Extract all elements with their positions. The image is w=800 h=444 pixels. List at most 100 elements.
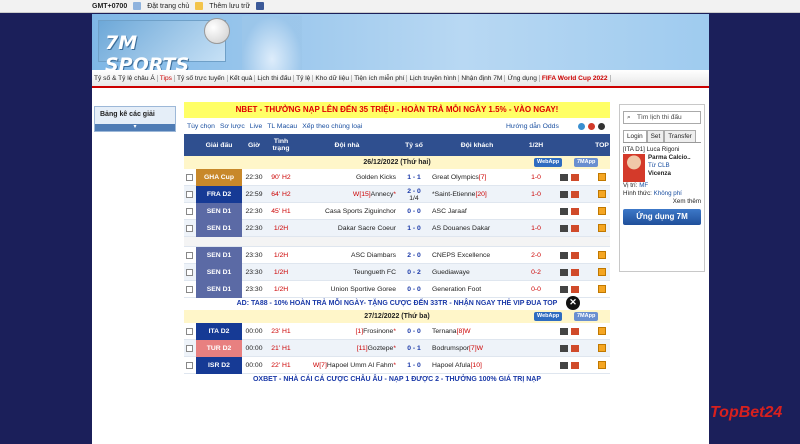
away-name[interactable]: Hapoel Afula	[432, 362, 471, 369]
league-badge[interactable]: SEN D1	[196, 247, 242, 264]
away-name[interactable]: Ternana	[432, 328, 457, 335]
facebook-icon[interactable]	[256, 2, 265, 10]
away-team[interactable]: Great Olympics [7]	[432, 169, 524, 186]
home-name[interactable]: Hapoel Umm Al Fahm	[327, 362, 393, 369]
odds-icon[interactable]	[571, 269, 579, 276]
app-download-button[interactable]: Ứng dụng 7M	[623, 209, 701, 225]
tab-set[interactable]: Set	[646, 130, 665, 142]
away-team[interactable]: *Saint-Etienne [20]	[432, 186, 524, 203]
nav-item[interactable]: Kho dữ liệu	[313, 74, 353, 82]
top-icon[interactable]	[598, 327, 606, 335]
score-value[interactable]: 1 - 0	[407, 362, 421, 369]
select-checkbox[interactable]	[186, 174, 193, 181]
analysis-icon[interactable]	[560, 269, 568, 276]
score-value[interactable]: 0 - 0	[407, 208, 421, 215]
match-score[interactable]: 2 - 0	[398, 247, 430, 264]
analysis-icon[interactable]	[560, 345, 568, 352]
match-score[interactable]: 1 - 0	[398, 357, 430, 374]
tab-transfer[interactable]: Transfer	[664, 130, 696, 142]
home-name[interactable]: Union Sportive Goree	[331, 286, 396, 293]
top-icon[interactable]	[598, 251, 606, 259]
analysis-icon[interactable]	[560, 328, 568, 335]
odds-icon[interactable]	[571, 328, 579, 335]
nav-item[interactable]: Tỷ số trực tuyến	[175, 74, 228, 82]
home-name[interactable]: Goztepe	[368, 345, 394, 352]
league-badge[interactable]: SEN D1	[196, 203, 242, 220]
analysis-icon[interactable]	[560, 225, 568, 232]
home-team[interactable]: Union Sportive Goree	[296, 281, 396, 298]
close-icon[interactable]: ✕	[566, 296, 580, 310]
score-value[interactable]: 0 - 0	[407, 328, 421, 335]
promo-banner[interactable]: NBET - THƯỞNG NẠP LÊN ĐẾN 35 TRIỆU - HOÀ…	[184, 102, 610, 118]
nav-item[interactable]: Tiện ích miễn phí	[352, 74, 408, 82]
see-more-link[interactable]: Xem thêm	[623, 198, 701, 206]
league-badge[interactable]: SEN D1	[196, 220, 242, 237]
home-team[interactable]: W[7] Hapoel Umm Al Fahm *	[296, 357, 396, 374]
home-team[interactable]: Teungueth FC	[296, 264, 396, 281]
away-team[interactable]: Ternana [8]W	[432, 323, 524, 340]
away-team[interactable]: CNEPS Excellence	[432, 247, 524, 264]
ad-banner-bottom[interactable]: OXBET - NHÀ CÁI CÁ CƯỢC CHÂU ÂU - NẠP 1 …	[184, 374, 610, 386]
nav-item[interactable]: Tỷ số & Tỷ lệ châu Á	[92, 74, 158, 82]
home-team[interactable]: [1] Frosinone *	[296, 323, 396, 340]
tool-link[interactable]: Sơ lược	[220, 123, 245, 130]
away-team[interactable]: Guediawaye	[432, 264, 524, 281]
sound-icon[interactable]	[598, 123, 605, 130]
select-checkbox[interactable]	[186, 286, 193, 293]
score-value[interactable]: 1 - 1	[407, 174, 421, 181]
odds-icon[interactable]	[571, 225, 579, 232]
away-name[interactable]: AS Douanes Dakar	[432, 225, 490, 232]
nav-item[interactable]: Lịch thi đấu	[255, 74, 295, 82]
away-name[interactable]: CNEPS Excellence	[432, 252, 490, 259]
match-score[interactable]: 0 - 0	[398, 281, 430, 298]
bookmark-link[interactable]: Thêm lưu trữ	[209, 3, 250, 10]
home-team[interactable]: ASC Diambars	[296, 247, 396, 264]
league-list-toggle[interactable]: ▾	[95, 124, 175, 131]
odds-icon[interactable]	[571, 286, 579, 293]
home-name[interactable]: Golden Kicks	[356, 174, 396, 181]
analysis-icon[interactable]	[560, 286, 568, 293]
home-team[interactable]: Golden Kicks	[296, 169, 396, 186]
nav-item[interactable]: Tỷ lệ	[294, 74, 314, 82]
league-badge[interactable]: ISR D2	[196, 357, 242, 374]
analysis-icon[interactable]	[560, 191, 568, 198]
home-team[interactable]: Dakar Sacre Coeur	[296, 220, 396, 237]
analysis-icon[interactable]	[560, 208, 568, 215]
player-name[interactable]: [ITA D1] Luca Rigoni	[623, 146, 701, 154]
analysis-icon[interactable]	[560, 252, 568, 259]
away-team[interactable]: Bodrumspor [7]W	[432, 340, 524, 357]
score-value[interactable]: 0 - 2	[407, 269, 421, 276]
odds-icon[interactable]	[571, 174, 579, 181]
score-value[interactable]: 1 - 0	[407, 225, 421, 232]
score-value[interactable]: 0 - 0	[407, 286, 421, 293]
score-value[interactable]: 2 - 0	[407, 188, 421, 195]
odds-icon[interactable]	[571, 208, 579, 215]
home-name[interactable]: Annecy	[371, 191, 394, 198]
match-score[interactable]: 1 - 1	[398, 169, 430, 186]
schedule-search-input[interactable]: ⌕ Tìm lịch thi đấu	[623, 111, 701, 124]
away-name[interactable]: Generation Foot	[432, 286, 481, 293]
info-icon[interactable]	[578, 123, 585, 130]
top-icon[interactable]	[598, 268, 606, 276]
top-icon[interactable]	[598, 207, 606, 215]
away-team[interactable]: AS Douanes Dakar	[432, 220, 524, 237]
ad-banner[interactable]: AD: TA88 - 10% HOÀN TRẢ MỖI NGÀY- TẶNG C…	[184, 296, 610, 310]
nav-item-worldcup[interactable]: FIFA World Cup 2022	[540, 74, 611, 82]
score-value[interactable]: 0 - 1	[407, 345, 421, 352]
top-icon[interactable]	[598, 190, 606, 198]
top-icon[interactable]	[598, 344, 606, 352]
away-name[interactable]: ASC Jaraaf	[432, 208, 467, 215]
analysis-icon[interactable]	[560, 174, 568, 181]
select-checkbox[interactable]	[186, 328, 193, 335]
match-score[interactable]: 0 - 1	[398, 340, 430, 357]
match-score[interactable]: 2 - 0 1/4	[398, 186, 430, 203]
nav-item[interactable]: Nhận định 7M	[459, 74, 506, 82]
odds-icon[interactable]	[571, 345, 579, 352]
app-badge[interactable]: 7MApp	[574, 158, 599, 167]
away-team[interactable]: ASC Jaraaf	[432, 203, 524, 220]
score-value[interactable]: 2 - 0	[407, 252, 421, 259]
timezone-label[interactable]: GMT+0700	[92, 3, 127, 10]
home-name[interactable]: ASC Diambars	[351, 252, 396, 259]
webapp-badge[interactable]: WebApp	[534, 312, 563, 321]
select-checkbox[interactable]	[186, 208, 193, 215]
